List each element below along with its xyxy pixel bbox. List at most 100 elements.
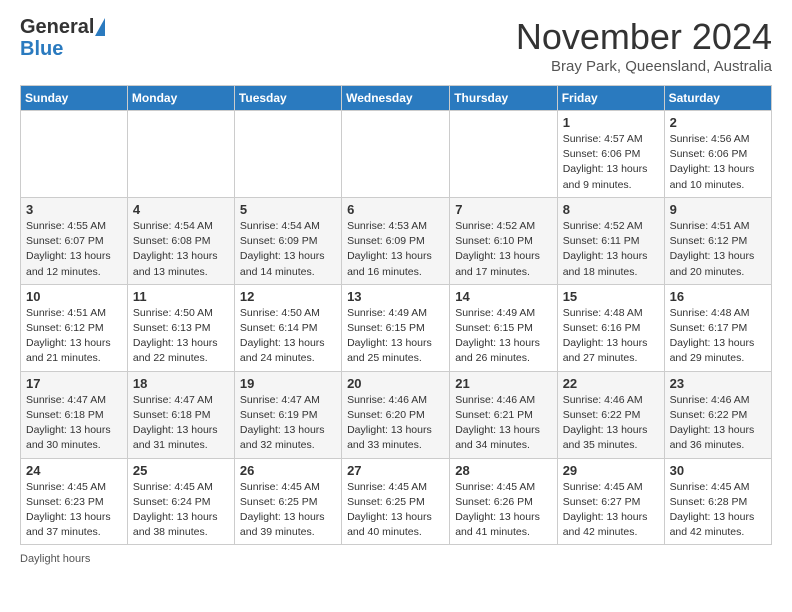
calendar-cell: 9Sunrise: 4:51 AMSunset: 6:12 PMDaylight… bbox=[664, 197, 771, 284]
day-header: Wednesday bbox=[342, 86, 450, 111]
day-header: Tuesday bbox=[234, 86, 341, 111]
calendar-cell: 1 Sunrise: 4:57 AMSunset: 6:06 PMDaylight… bbox=[557, 111, 664, 198]
day-number: 29 bbox=[563, 463, 659, 478]
day-info: Sunrise: 4:45 AMSunset: 6:25 PMDaylight:… bbox=[240, 480, 336, 541]
day-info: Sunrise: 4:48 AMSunset: 6:17 PMDaylight:… bbox=[670, 306, 766, 367]
footer-note: Daylight hours bbox=[20, 553, 772, 565]
calendar-cell: 21 Sunrise: 4:46 AMSunset: 6:21 PMDayligh… bbox=[450, 371, 557, 458]
day-info: Sunrise: 4:52 AMSunset: 6:10 PMDaylight:… bbox=[455, 219, 551, 280]
location-subtitle: Bray Park, Queensland, Australia bbox=[516, 58, 772, 75]
calendar-cell: 15Sunrise: 4:48 AMSunset: 6:16 PMDayligh… bbox=[557, 284, 664, 371]
day-number: 20 bbox=[347, 376, 444, 391]
day-info: Sunrise: 4:53 AMSunset: 6:09 PMDaylight:… bbox=[347, 219, 444, 280]
day-header: Thursday bbox=[450, 86, 557, 111]
day-number: 26 bbox=[240, 463, 336, 478]
calendar-cell bbox=[450, 111, 557, 198]
day-number: 15 bbox=[563, 289, 659, 304]
calendar-cell: 5 Sunrise: 4:54 AMSunset: 6:09 PMDaylight… bbox=[234, 197, 341, 284]
title-area: November 2024 Bray Park, Queensland, Aus… bbox=[516, 16, 772, 75]
day-info: Sunrise: 4:46 AMSunset: 6:22 PMDaylight:… bbox=[670, 393, 766, 454]
calendar-cell: 14 Sunrise: 4:49 AMSunset: 6:15 PMDayligh… bbox=[450, 284, 557, 371]
calendar-cell: 29 Sunrise: 4:45 AMSunset: 6:27 PMDayligh… bbox=[557, 458, 664, 545]
day-number: 22 bbox=[563, 376, 659, 391]
logo-blue: Blue bbox=[20, 38, 63, 60]
calendar-cell: 18 Sunrise: 4:47 AMSunset: 6:18 PMDayligh… bbox=[127, 371, 234, 458]
day-info: Sunrise: 4:51 AMSunset: 6:12 PMDaylight:… bbox=[26, 306, 122, 367]
calendar-cell: 20Sunrise: 4:46 AMSunset: 6:20 PMDayligh… bbox=[342, 371, 450, 458]
day-info: Sunrise: 4:45 AMSunset: 6:23 PMDaylight:… bbox=[26, 480, 122, 541]
calendar-cell: 8 Sunrise: 4:52 AMSunset: 6:11 PMDaylight… bbox=[557, 197, 664, 284]
calendar-cell: 17 Sunrise: 4:47 AMSunset: 6:18 PMDayligh… bbox=[21, 371, 128, 458]
day-info: Sunrise: 4:47 AMSunset: 6:19 PMDaylight:… bbox=[240, 393, 336, 454]
day-number: 8 bbox=[563, 202, 659, 217]
day-header: Monday bbox=[127, 86, 234, 111]
day-number: 25 bbox=[133, 463, 229, 478]
header: General Blue November 2024 Bray Park, Qu… bbox=[20, 16, 772, 75]
calendar-cell: 26 Sunrise: 4:45 AMSunset: 6:25 PMDayligh… bbox=[234, 458, 341, 545]
day-number: 5 bbox=[240, 202, 336, 217]
day-number: 19 bbox=[240, 376, 336, 391]
day-number: 27 bbox=[347, 463, 444, 478]
day-number: 6 bbox=[347, 202, 444, 217]
day-info: Sunrise: 4:54 AMSunset: 6:08 PMDaylight:… bbox=[133, 219, 229, 280]
calendar-cell: 28 Sunrise: 4:45 AMSunset: 6:26 PMDayligh… bbox=[450, 458, 557, 545]
day-number: 14 bbox=[455, 289, 551, 304]
day-info: Sunrise: 4:49 AMSunset: 6:15 PMDaylight:… bbox=[455, 306, 551, 367]
day-info: Sunrise: 4:57 AMSunset: 6:06 PMDaylight:… bbox=[563, 132, 659, 193]
day-number: 3 bbox=[26, 202, 122, 217]
day-number: 21 bbox=[455, 376, 551, 391]
day-header: Friday bbox=[557, 86, 664, 111]
day-info: Sunrise: 4:47 AMSunset: 6:18 PMDaylight:… bbox=[26, 393, 122, 454]
day-number: 4 bbox=[133, 202, 229, 217]
calendar-cell bbox=[21, 111, 128, 198]
calendar-cell: 24 Sunrise: 4:45 AMSunset: 6:23 PMDayligh… bbox=[21, 458, 128, 545]
day-info: Sunrise: 4:45 AMSunset: 6:27 PMDaylight:… bbox=[563, 480, 659, 541]
day-header: Saturday bbox=[664, 86, 771, 111]
day-info: Sunrise: 4:46 AMSunset: 6:21 PMDaylight:… bbox=[455, 393, 551, 454]
month-title: November 2024 bbox=[516, 16, 772, 58]
day-number: 9 bbox=[670, 202, 766, 217]
day-info: Sunrise: 4:54 AMSunset: 6:09 PMDaylight:… bbox=[240, 219, 336, 280]
logo-triangle-icon bbox=[95, 18, 105, 36]
calendar-cell: 6 Sunrise: 4:53 AMSunset: 6:09 PMDaylight… bbox=[342, 197, 450, 284]
day-number: 7 bbox=[455, 202, 551, 217]
day-info: Sunrise: 4:52 AMSunset: 6:11 PMDaylight:… bbox=[563, 219, 659, 280]
calendar-cell: 4 Sunrise: 4:54 AMSunset: 6:08 PMDaylight… bbox=[127, 197, 234, 284]
day-info: Sunrise: 4:45 AMSunset: 6:28 PMDaylight:… bbox=[670, 480, 766, 541]
logo: General Blue bbox=[20, 16, 105, 60]
day-number: 17 bbox=[26, 376, 122, 391]
day-number: 12 bbox=[240, 289, 336, 304]
day-number: 28 bbox=[455, 463, 551, 478]
logo-general: General bbox=[20, 16, 94, 38]
calendar-cell bbox=[127, 111, 234, 198]
calendar-cell bbox=[234, 111, 341, 198]
day-number: 30 bbox=[670, 463, 766, 478]
day-info: Sunrise: 4:47 AMSunset: 6:18 PMDaylight:… bbox=[133, 393, 229, 454]
calendar-cell: 30 Sunrise: 4:45 AMSunset: 6:28 PMDayligh… bbox=[664, 458, 771, 545]
day-number: 16 bbox=[670, 289, 766, 304]
day-info: Sunrise: 4:45 AMSunset: 6:26 PMDaylight:… bbox=[455, 480, 551, 541]
day-number: 1 bbox=[563, 115, 659, 130]
day-info: Sunrise: 4:45 AMSunset: 6:24 PMDaylight:… bbox=[133, 480, 229, 541]
day-info: Sunrise: 4:45 AMSunset: 6:25 PMDaylight:… bbox=[347, 480, 444, 541]
daylight-label: Daylight hours bbox=[20, 553, 90, 565]
calendar-cell: 22Sunrise: 4:46 AMSunset: 6:22 PMDayligh… bbox=[557, 371, 664, 458]
day-info: Sunrise: 4:55 AMSunset: 6:07 PMDaylight:… bbox=[26, 219, 122, 280]
day-number: 18 bbox=[133, 376, 229, 391]
day-number: 24 bbox=[26, 463, 122, 478]
calendar-cell: 11Sunrise: 4:50 AMSunset: 6:13 PMDayligh… bbox=[127, 284, 234, 371]
day-header: Sunday bbox=[21, 86, 128, 111]
calendar-cell: 16 Sunrise: 4:48 AMSunset: 6:17 PMDayligh… bbox=[664, 284, 771, 371]
calendar-cell bbox=[342, 111, 450, 198]
day-info: Sunrise: 4:50 AMSunset: 6:14 PMDaylight:… bbox=[240, 306, 336, 367]
calendar-cell: 23Sunrise: 4:46 AMSunset: 6:22 PMDayligh… bbox=[664, 371, 771, 458]
day-info: Sunrise: 4:49 AMSunset: 6:15 PMDaylight:… bbox=[347, 306, 444, 367]
calendar-cell: 27 Sunrise: 4:45 AMSunset: 6:25 PMDayligh… bbox=[342, 458, 450, 545]
day-info: Sunrise: 4:50 AMSunset: 6:13 PMDaylight:… bbox=[133, 306, 229, 367]
calendar-table: SundayMondayTuesdayWednesdayThursdayFrid… bbox=[20, 85, 772, 545]
calendar-cell: 7 Sunrise: 4:52 AMSunset: 6:10 PMDaylight… bbox=[450, 197, 557, 284]
calendar-cell: 25 Sunrise: 4:45 AMSunset: 6:24 PMDayligh… bbox=[127, 458, 234, 545]
calendar-cell: 13Sunrise: 4:49 AMSunset: 6:15 PMDayligh… bbox=[342, 284, 450, 371]
calendar-cell: 3 Sunrise: 4:55 AMSunset: 6:07 PMDaylight… bbox=[21, 197, 128, 284]
day-number: 2 bbox=[670, 115, 766, 130]
